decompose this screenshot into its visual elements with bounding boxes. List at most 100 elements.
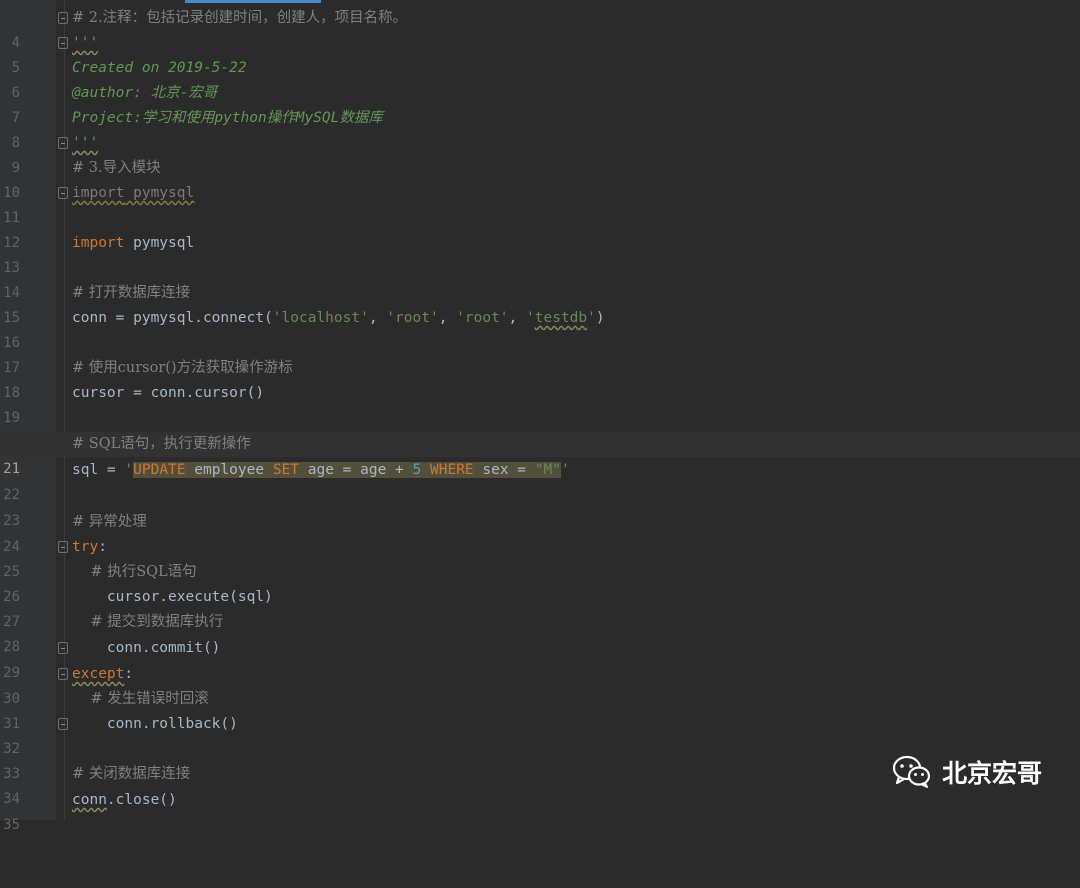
sql-number: 5 bbox=[412, 462, 422, 478]
code-line[interactable]: 23 bbox=[0, 484, 1080, 529]
code-line[interactable]: 16 conn = pymysql.connect('localhost', '… bbox=[0, 306, 1080, 351]
code-line[interactable]: 14 bbox=[0, 256, 1080, 301]
code-line[interactable]: 15 # 打开数据库连接 bbox=[0, 281, 1080, 326]
comment: # SQL语句，执行更新操作 bbox=[72, 436, 251, 452]
quote: ' bbox=[560, 462, 570, 478]
sql-string: "M" bbox=[534, 462, 561, 478]
code-line[interactable]: 26 # 执行SQL语句 bbox=[0, 560, 1080, 605]
code-line[interactable]: 10 # 3.导入模块 bbox=[0, 156, 1080, 201]
code-line[interactable]: 28 # 提交到数据库执行 bbox=[0, 610, 1080, 655]
statement: cursor.execute(sql) bbox=[72, 589, 273, 605]
conn-variable: conn bbox=[72, 792, 107, 808]
active-tab-indicator[interactable] bbox=[185, 0, 321, 3]
code-line[interactable]: 31 # 发生错误时回滚 bbox=[0, 687, 1080, 732]
code-line[interactable]: 7 @author: 北京-宏哥 bbox=[0, 81, 1080, 126]
code-line[interactable]: 11 import pymysql bbox=[0, 181, 1080, 226]
statement: conn.rollback() bbox=[72, 716, 238, 732]
try-keyword: try bbox=[72, 539, 99, 555]
current-code-line[interactable]: 21 # SQL语句，执行更新操作 bbox=[0, 432, 1080, 477]
code-line[interactable]: 4 # 2.注释：包括记录创建时间，创建人，项目名称。 bbox=[0, 6, 1080, 51]
fold-marker-icon[interactable] bbox=[58, 642, 68, 654]
code-line[interactable]: 24 # 异常处理 bbox=[0, 510, 1080, 555]
fold-marker-icon[interactable] bbox=[58, 718, 68, 730]
except-statement: except: bbox=[72, 662, 133, 687]
code-line[interactable]: 29 conn.commit() bbox=[0, 636, 1080, 681]
comment: # 打开数据库连接 bbox=[72, 285, 191, 301]
code-line[interactable]: 27 cursor.execute(sql) bbox=[0, 585, 1080, 630]
sql-keyword: WHERE bbox=[430, 462, 474, 478]
comment: # 3.导入模块 bbox=[72, 160, 161, 176]
sql-keyword: UPDATE bbox=[133, 462, 186, 478]
fold-marker-icon[interactable] bbox=[58, 137, 68, 149]
close-paren: ) bbox=[595, 310, 605, 326]
colon: : bbox=[98, 539, 107, 555]
code-line[interactable]: 32 conn.rollback() bbox=[0, 712, 1080, 757]
watermark-text: 北京宏哥 bbox=[942, 759, 1043, 788]
fold-marker-icon[interactable] bbox=[58, 37, 68, 49]
comment: # 关闭数据库连接 bbox=[72, 766, 191, 782]
code-line[interactable]: 8 Project:学习和使用python操作MySQL数据库 bbox=[0, 106, 1080, 151]
comment: # 使用cursor()方法获取操作游标 bbox=[72, 360, 293, 376]
code-line[interactable]: 22 sql = 'UPDATE employee SET age = age … bbox=[0, 458, 1080, 503]
close-statement: conn.close() bbox=[72, 788, 177, 813]
import-keyword: import bbox=[72, 235, 125, 251]
code-line[interactable]: 30 except: bbox=[0, 662, 1080, 707]
sql-text: sex = bbox=[473, 462, 535, 478]
docstring-text: @author: 北京-宏哥 bbox=[72, 85, 218, 101]
wechat-icon bbox=[892, 755, 931, 788]
code-line[interactable]: 5 ''' bbox=[0, 31, 1080, 76]
import-statement: import pymysql bbox=[72, 231, 194, 256]
code-line[interactable]: 17 bbox=[0, 331, 1080, 376]
separator: , bbox=[438, 310, 457, 326]
import-keyword: import bbox=[72, 185, 125, 201]
quote: ' bbox=[587, 310, 596, 326]
password-string: 'root' bbox=[456, 310, 509, 326]
injected-sql-highlight: UPDATE employee SET age = age + 5 WHERE … bbox=[133, 462, 561, 478]
docstring-quote: ''' bbox=[72, 135, 99, 151]
fold-marker-icon[interactable] bbox=[58, 12, 68, 24]
code-line[interactable]: 12 bbox=[0, 206, 1080, 251]
database-string: testdb bbox=[534, 310, 588, 326]
fold-marker-icon[interactable] bbox=[58, 187, 68, 199]
fold-marker-icon[interactable] bbox=[58, 668, 68, 680]
unused-import: import pymysql bbox=[72, 181, 194, 206]
connect-statement: conn = pymysql.connect('localhost', 'roo… bbox=[72, 306, 605, 331]
try-statement: try: bbox=[72, 535, 107, 560]
code-line[interactable]: 9 ''' bbox=[0, 131, 1080, 176]
sql-keyword: SET bbox=[272, 462, 300, 478]
connect-call: conn = pymysql.connect( bbox=[72, 310, 273, 326]
statement: conn.commit() bbox=[72, 640, 221, 656]
code-line[interactable]: 13 import pymysql bbox=[0, 231, 1080, 276]
code-line[interactable]: 18 # 使用cursor()方法获取操作游标 bbox=[0, 356, 1080, 401]
module-name: pymysql bbox=[124, 235, 195, 251]
line-number: 35 bbox=[3, 817, 20, 833]
code-line[interactable]: 19 cursor = conn.cursor() bbox=[0, 381, 1080, 426]
separator: , bbox=[368, 310, 387, 326]
sql-assignment: sql = 'UPDATE employee SET age = age + 5… bbox=[72, 458, 570, 483]
code-line[interactable]: 25 try: bbox=[0, 535, 1080, 580]
quote: ' bbox=[124, 462, 134, 478]
sql-variable: sql = bbox=[72, 462, 125, 478]
docstring-text: Created on 2019-5-22 bbox=[72, 60, 247, 76]
comment: # 执行SQL语句 bbox=[72, 564, 197, 580]
except-keyword: except bbox=[72, 666, 125, 682]
docstring-text: Project:学习和使用python操作MySQL数据库 bbox=[72, 110, 383, 126]
fold-marker-icon[interactable] bbox=[58, 541, 68, 553]
sql-text: employee bbox=[185, 462, 273, 478]
separator: , bbox=[508, 310, 527, 326]
watermark: 北京宏哥 bbox=[892, 752, 1042, 792]
code-line[interactable]: 20 bbox=[0, 406, 1080, 451]
comment: # 发生错误时回滚 bbox=[72, 691, 209, 707]
statement: cursor = conn.cursor() bbox=[72, 385, 265, 401]
quote: ' bbox=[526, 310, 535, 326]
comment: # 异常处理 bbox=[72, 514, 147, 530]
host-string: 'localhost' bbox=[272, 310, 369, 326]
sql-text: age = age + bbox=[299, 462, 413, 478]
comment: # 2.注释：包括记录创建时间，创建人，项目名称。 bbox=[72, 10, 408, 26]
docstring-quote: ''' bbox=[72, 35, 99, 51]
module-name: pymysql bbox=[124, 185, 195, 201]
comment: # 提交到数据库执行 bbox=[72, 614, 224, 630]
code-line[interactable]: 6 Created on 2019-5-22 bbox=[0, 56, 1080, 101]
editor-tab-strip bbox=[0, 0, 1080, 4]
